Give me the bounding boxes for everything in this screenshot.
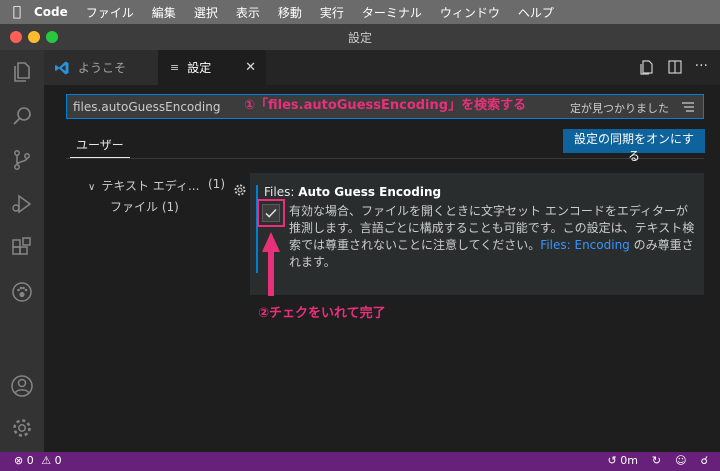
tab-settings[interactable]: ≡ 設定 ✕ <box>158 50 266 85</box>
tab-welcome[interactable]: ようこそ <box>44 50 158 85</box>
manage-gear-icon[interactable] <box>8 414 36 442</box>
setting-title: Files: Auto Guess Encoding <box>264 185 441 199</box>
maximize-window-button[interactable] <box>46 31 58 43</box>
filter-icon[interactable] <box>681 100 695 114</box>
app-name-menu[interactable]: Code <box>34 5 68 19</box>
feedback-icon[interactable]: ☺ <box>675 454 686 467</box>
settings-file-icon: ≡ <box>170 61 180 74</box>
menu-edit[interactable]: 編集 <box>152 4 176 21</box>
toc-group-label: テキスト エディ... <box>101 179 200 193</box>
vscode-logo-icon <box>55 61 69 74</box>
menu-bar:  Code ファイル 編集 選択 表示 移動 実行 ターミナル ウィンドウ ヘ… <box>0 0 720 24</box>
scope-tab-user[interactable]: ユーザー <box>76 136 124 153</box>
paw-icon[interactable] <box>8 278 36 306</box>
source-control-icon[interactable] <box>8 146 36 174</box>
setting-description: 有効な場合、ファイルを開くときに文字セット エンコードをエディターが推測します。… <box>289 203 697 271</box>
menu-file[interactable]: ファイル <box>86 4 134 21</box>
setting-category: Files: <box>264 185 299 199</box>
history-icon: ↺ <box>607 454 617 467</box>
tab-settings-label: 設定 <box>187 61 212 75</box>
menu-selection[interactable]: 選択 <box>194 4 218 21</box>
divider <box>66 158 704 159</box>
search-icon[interactable] <box>8 102 36 130</box>
problems-status[interactable]: ⊗ 0 ⚠ 0 <box>14 454 62 467</box>
window-title-bar: 設定 <box>0 24 720 50</box>
active-scope-indicator <box>70 157 130 158</box>
open-settings-json-icon[interactable] <box>639 59 655 75</box>
annotation-highlight-box <box>257 199 285 227</box>
tab-bar: ようこそ ≡ 設定 ✕ ··· <box>44 50 720 85</box>
account-icon[interactable] <box>8 372 36 400</box>
extensions-icon[interactable] <box>8 234 36 262</box>
more-actions-icon[interactable]: ··· <box>695 59 708 75</box>
setting-gear-icon[interactable] <box>233 183 247 197</box>
toc-item-text-editor[interactable]: ∨ テキスト エディ... (1) <box>88 177 238 194</box>
menu-window[interactable]: ウィンドウ <box>440 4 500 21</box>
search-result-count: 定が見つかりました <box>570 102 669 115</box>
annotation-arrow-icon <box>262 232 280 296</box>
menu-run[interactable]: 実行 <box>320 4 344 21</box>
explorer-icon[interactable] <box>8 58 36 86</box>
close-icon[interactable]: ✕ <box>245 60 256 75</box>
close-window-button[interactable] <box>10 31 22 43</box>
notifications-bell-icon[interactable]: ☌ <box>701 454 708 467</box>
split-editor-icon[interactable] <box>667 59 683 75</box>
menu-help[interactable]: ヘルプ <box>518 4 554 21</box>
run-debug-icon[interactable] <box>8 190 36 218</box>
toc-item-files[interactable]: ファイル (1) <box>110 198 179 215</box>
time-value: 0m <box>620 454 638 467</box>
tab-welcome-label: ようこそ <box>78 61 127 75</box>
annotation-step-2: ②チェクをいれて完了 <box>258 306 386 321</box>
warning-icon: ⚠ <box>41 454 52 467</box>
sync-icon[interactable]: ↻ <box>652 454 661 467</box>
warning-count: 0 <box>54 454 62 467</box>
setting-name: Auto Guess Encoding <box>298 185 442 199</box>
error-count: 0 <box>26 454 34 467</box>
menu-go[interactable]: 移動 <box>278 4 302 21</box>
apple-icon[interactable]:  <box>0 4 34 20</box>
annotation-step-1: ①「files.autoGuessEncoding」を検索する <box>240 96 531 116</box>
menu-view[interactable]: 表示 <box>236 4 260 21</box>
error-icon: ⊗ <box>14 454 24 467</box>
toc-group-count: (1) <box>208 177 225 191</box>
window-title: 設定 <box>347 30 372 45</box>
time-tracker-status[interactable]: ↺ 0m <box>607 454 637 467</box>
files-encoding-link[interactable]: Files: Encoding <box>540 238 630 252</box>
menu-terminal[interactable]: ターミナル <box>362 4 422 21</box>
status-bar: ⊗ 0 ⚠ 0 ↺ 0m ↻ ☺ ☌ <box>0 452 720 471</box>
activity-bar <box>0 50 44 452</box>
turn-on-settings-sync-button[interactable]: 設定の同期をオンにする <box>563 129 705 163</box>
minimize-window-button[interactable] <box>28 31 40 43</box>
chevron-down-icon: ∨ <box>88 182 96 193</box>
